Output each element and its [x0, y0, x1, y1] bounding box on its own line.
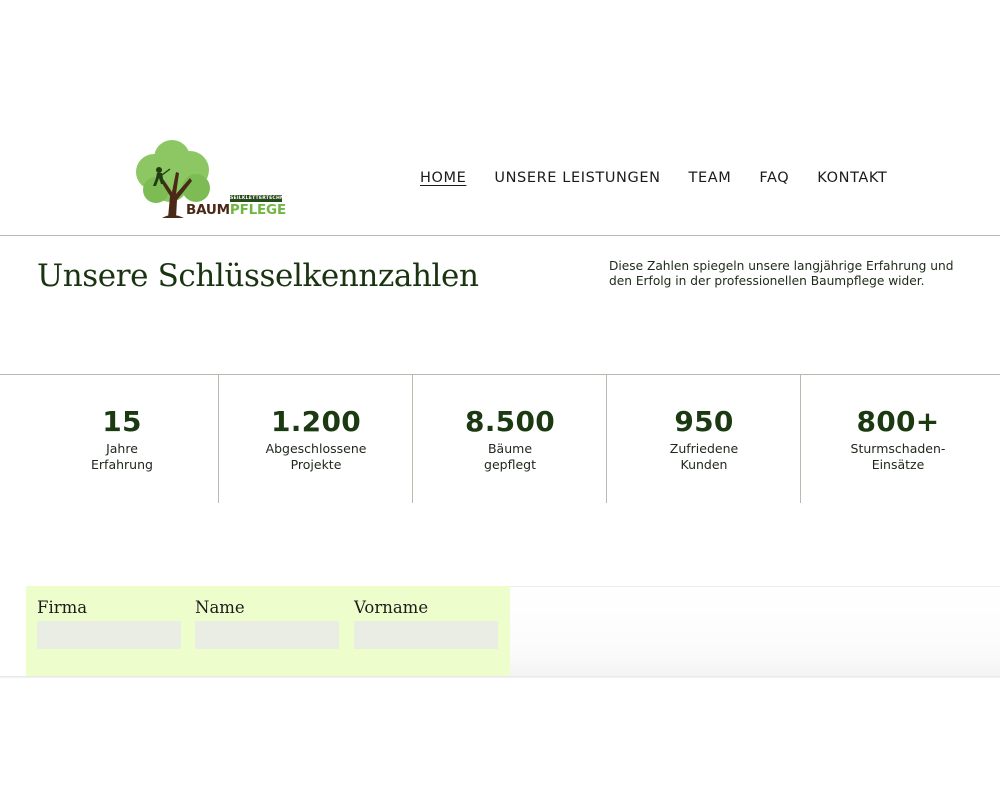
- stat-storm-missions: 800+ Sturmschaden- Einsätze: [800, 375, 995, 503]
- nav-team[interactable]: TEAM: [689, 170, 732, 186]
- brand-logo[interactable]: SEILKLETTERTECHNIK BAUMPFLEGE: [132, 136, 292, 220]
- stats-row: 15 Jahre Erfahrung 1.200 Abgeschlossene …: [0, 374, 1000, 503]
- stat-value: 800+: [856, 405, 940, 438]
- name-input[interactable]: [195, 621, 339, 649]
- field-label-firma: Firma: [37, 598, 88, 617]
- key-figures-description: Diese Zahlen spiegeln unsere langjährige…: [609, 259, 954, 288]
- field-firma: Firma: [37, 598, 181, 649]
- stat-customers: 950 Zufriedene Kunden: [606, 375, 801, 503]
- nav-unsere-leistungen[interactable]: UNSERE LEISTUNGEN: [494, 170, 660, 186]
- brand-tagline: SEILKLETTERTECHNIK: [230, 195, 290, 202]
- vorname-input[interactable]: [354, 621, 498, 649]
- nav-home[interactable]: HOME: [420, 170, 466, 186]
- nav-kontakt[interactable]: KONTAKT: [817, 170, 887, 186]
- field-label-name: Name: [195, 598, 245, 617]
- form-side-panel: [510, 586, 1000, 679]
- stat-value: 950: [674, 405, 734, 438]
- field-vorname: Vorname: [354, 598, 498, 649]
- section-fold-shadow: [0, 676, 1000, 679]
- nav-faq[interactable]: FAQ: [759, 170, 789, 186]
- key-figures-title: Unsere Schlüsselkennzahlen: [37, 258, 479, 294]
- field-label-vorname: Vorname: [354, 598, 429, 617]
- brand-name-part1: BAUM: [186, 202, 230, 218]
- stat-label: Jahre Erfahrung: [91, 441, 153, 472]
- brand-name: BAUMPFLEGE: [186, 202, 286, 218]
- field-name: Name: [195, 598, 339, 649]
- firma-input[interactable]: [37, 621, 181, 649]
- stat-value: 15: [102, 405, 142, 438]
- stat-trees: 8.500 Bäume gepflegt: [412, 375, 607, 503]
- stat-value: 8.500: [464, 405, 556, 438]
- contact-form: Firma Name Vorname: [26, 586, 510, 678]
- brand-name-part2: PFLEGE: [229, 202, 286, 218]
- site-header: SEILKLETTERTECHNIK BAUMPFLEGE HOME UNSER…: [0, 0, 1000, 236]
- main-navigation: HOME UNSERE LEISTUNGEN TEAM FAQ KONTAKT: [420, 168, 887, 188]
- stat-label: Abgeschlossene Projekte: [265, 441, 367, 472]
- stat-label: Sturmschaden- Einsätze: [850, 441, 946, 472]
- stat-years: 15 Jahre Erfahrung: [25, 375, 219, 503]
- stat-label: Zufriedene Kunden: [669, 441, 739, 472]
- stat-value: 1.200: [270, 405, 362, 438]
- stat-label: Bäume gepflegt: [484, 441, 536, 472]
- stat-projects: 1.200 Abgeschlossene Projekte: [218, 375, 413, 503]
